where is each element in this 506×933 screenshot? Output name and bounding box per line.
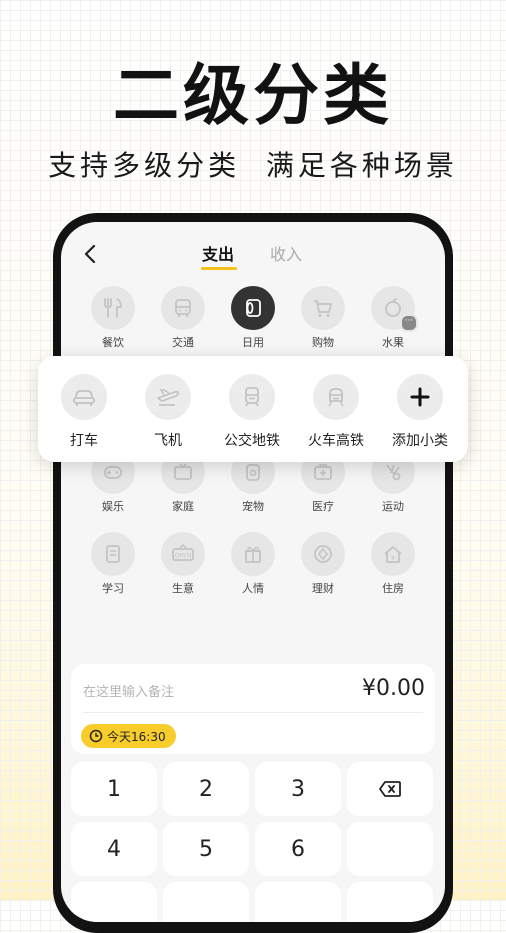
- svg-text:¥: ¥: [391, 555, 395, 562]
- category-label: 人情: [242, 582, 264, 595]
- category-label: 娱乐: [102, 500, 124, 513]
- backspace-icon: [379, 781, 401, 797]
- category-zhufang[interactable]: ¥ 住房: [363, 532, 423, 596]
- category-riyong-selected[interactable]: 日用: [223, 286, 283, 350]
- category-label: 水果: [382, 336, 404, 349]
- category-label: 购物: [312, 336, 334, 349]
- subcategory-label: 添加小类: [392, 433, 448, 449]
- category-xuexi[interactable]: 学习: [83, 532, 143, 596]
- train-icon: [313, 374, 359, 420]
- tab-expense[interactable]: 支出: [202, 244, 234, 266]
- open-sign-icon: OPEN: [161, 532, 205, 576]
- svg-text:OPEN: OPEN: [175, 553, 192, 560]
- house-icon: ¥: [371, 532, 415, 576]
- bus-icon: [161, 286, 205, 330]
- finance-icon: [301, 532, 345, 576]
- subcategory-dache[interactable]: 打车: [44, 374, 124, 450]
- plus-icon: [397, 374, 443, 420]
- category-label: 理财: [312, 582, 334, 595]
- subtitle: 支持多级分类 满足各种场景: [48, 149, 458, 182]
- active-tab-indicator: [201, 267, 237, 270]
- tissue-roll-icon: [231, 286, 275, 330]
- back-arrow-icon[interactable]: [79, 242, 103, 266]
- category-label: 医疗: [312, 500, 334, 513]
- book-icon: [91, 532, 135, 576]
- subcategory-label: 火车高铁: [308, 433, 364, 449]
- clock-icon: [89, 729, 103, 743]
- tab-income[interactable]: 收入: [270, 244, 302, 266]
- subway-icon: [229, 374, 275, 420]
- phone-screen: 支出 收入 餐饮 交通 日用 购物 ··· 水果 娱乐 家庭 宠物 医疗 运动 …: [61, 222, 445, 922]
- category-gouwu[interactable]: 购物: [293, 286, 353, 350]
- key-row3-3[interactable]: [255, 882, 341, 922]
- car-icon: [61, 374, 107, 420]
- subcategory-popup: 打车 飞机 公交地铁 火车高铁 添加小类: [38, 356, 468, 462]
- category-label: 餐饮: [102, 336, 124, 349]
- key-2[interactable]: 2: [163, 762, 249, 816]
- subcategory-feiji[interactable]: 飞机: [128, 374, 208, 450]
- category-shengyi[interactable]: OPEN 生意: [153, 532, 213, 596]
- key-row3-2[interactable]: [163, 882, 249, 922]
- subcategory-huoche-gaotie[interactable]: 火车高铁: [296, 374, 376, 450]
- apple-icon: ···: [371, 286, 418, 332]
- category-jiaotong[interactable]: 交通: [153, 286, 213, 350]
- key-6[interactable]: 6: [255, 822, 341, 876]
- more-dots-icon: ···: [400, 314, 418, 332]
- backspace-key[interactable]: [347, 762, 433, 816]
- note-input[interactable]: 在这里输入备注: [83, 681, 174, 700]
- category-label: 学习: [102, 582, 124, 595]
- category-label: 宠物: [242, 500, 264, 513]
- category-renqing[interactable]: 人情: [223, 532, 283, 596]
- category-label: 住房: [382, 582, 404, 595]
- gift-icon: [231, 532, 275, 576]
- subcategory-label: 公交地铁: [224, 433, 280, 449]
- key-3[interactable]: 3: [255, 762, 341, 816]
- cart-icon: [301, 286, 345, 330]
- headline: 二级分类: [113, 57, 393, 134]
- amount-display: ¥0.00: [362, 676, 425, 701]
- date-time-label: 今天16:30: [107, 729, 166, 744]
- category-licai[interactable]: 理财: [293, 532, 353, 596]
- subcategory-gongjiao-ditie[interactable]: 公交地铁: [212, 374, 292, 450]
- note-card: 在这里输入备注 ¥0.00 今天16:30: [71, 664, 435, 754]
- category-canyin[interactable]: 餐饮: [83, 286, 143, 350]
- category-label: 生意: [172, 582, 194, 595]
- utensils-icon: [91, 286, 135, 330]
- key-5[interactable]: 5: [163, 822, 249, 876]
- category-label: 交通: [172, 336, 194, 349]
- plane-icon: [145, 374, 191, 420]
- category-label: 家庭: [172, 500, 194, 513]
- key-row3-1[interactable]: [71, 882, 157, 922]
- subcategory-label: 打车: [70, 433, 98, 449]
- subcategory-label: 飞机: [154, 433, 182, 449]
- date-time-button[interactable]: 今天16:30: [81, 724, 176, 748]
- key-blank[interactable]: [347, 822, 433, 876]
- add-subcategory-button[interactable]: 添加小类: [380, 374, 460, 450]
- key-4[interactable]: 4: [71, 822, 157, 876]
- category-label: 日用: [242, 336, 264, 349]
- key-row3-4[interactable]: [347, 882, 433, 922]
- category-shuiguo[interactable]: ··· 水果: [363, 286, 423, 350]
- category-label: 运动: [382, 500, 404, 513]
- divider: [83, 712, 423, 713]
- key-1[interactable]: 1: [71, 762, 157, 816]
